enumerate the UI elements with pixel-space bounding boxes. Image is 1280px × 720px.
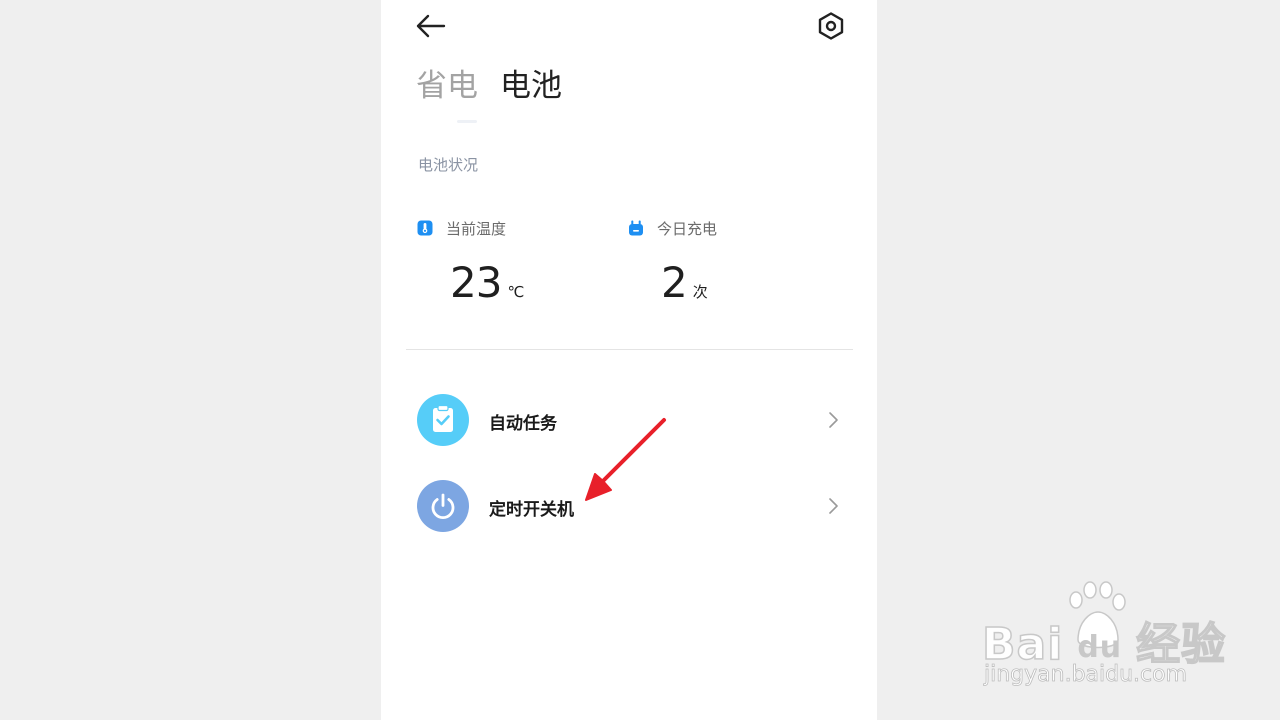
tab-power-saving[interactable]: 省电 <box>416 64 478 108</box>
charger-plug-icon <box>629 220 643 236</box>
stat-charges-today: 今日充电 2次 <box>628 216 718 307</box>
chevron-right-icon <box>829 412 838 428</box>
stat-current-temperature: 当前温度 23 ℃ <box>417 216 524 307</box>
scheduled-power-label: 定时开关机 <box>489 500 574 520</box>
temperature-value: 23 <box>450 258 502 307</box>
back-button[interactable] <box>411 10 451 42</box>
chevron-right-icon <box>829 498 838 514</box>
tab-bar: 省电 电池 <box>416 64 562 108</box>
divider <box>406 349 853 350</box>
baidu-jingyan-watermark: Bai du 经验 jingyan.baidu.com <box>981 578 1226 698</box>
auto-tasks-label: 自动任务 <box>489 414 557 434</box>
watermark-url: jingyan.baidu.com <box>984 662 1188 688</box>
arrow-left-icon <box>416 14 446 38</box>
charge-label: 今日充电 <box>657 219 718 238</box>
clipboard-check-icon <box>417 394 469 446</box>
settings-button[interactable] <box>813 8 849 44</box>
phone-screen: 省电 电池 电池状况 当前温度 23 ℃ 今日充电 2 次 自动任务 定时开关机 <box>381 0 877 720</box>
temperature-label: 当前温度 <box>446 219 507 238</box>
temperature-unit: ℃ <box>507 283 525 301</box>
tab-battery[interactable]: 电池 <box>500 64 562 108</box>
charge-count-value: 2 <box>661 258 688 307</box>
tab-indicator <box>457 120 477 123</box>
thermometer-icon <box>417 220 433 236</box>
section-title-battery-status: 电池状况 <box>418 156 479 174</box>
charge-count-unit: 次 <box>692 283 708 301</box>
power-icon <box>417 480 469 532</box>
list-item-scheduled-power[interactable]: 定时开关机 <box>406 471 853 541</box>
list-item-auto-tasks[interactable]: 自动任务 <box>406 385 853 455</box>
hexagon-gear-icon <box>818 12 844 40</box>
